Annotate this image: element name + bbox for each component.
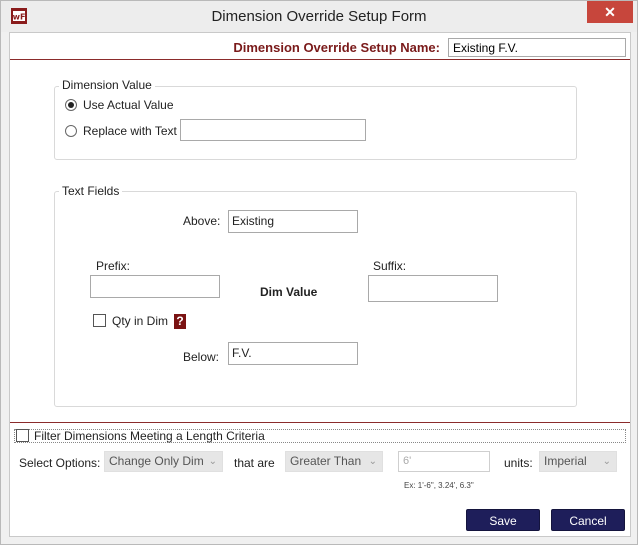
- replace-with-text-radio[interactable]: [65, 125, 77, 137]
- above-input[interactable]: Existing: [228, 210, 358, 233]
- save-button[interactable]: Save: [466, 509, 540, 531]
- suffix-input[interactable]: [368, 275, 498, 302]
- cancel-button[interactable]: Cancel: [551, 509, 625, 531]
- below-input[interactable]: F.V.: [228, 342, 358, 365]
- select-options-label: Select Options:: [19, 456, 101, 470]
- dialog-window: wF Dimension Override Setup Form ✕ Dimen…: [0, 0, 638, 545]
- close-icon: ✕: [604, 4, 616, 20]
- length-example-text: Ex: 1'-6", 3.24', 6.3": [404, 481, 474, 490]
- replace-with-text-label: Replace with Text: [83, 124, 177, 138]
- that-are-label: that are: [234, 456, 275, 470]
- header-divider: [10, 59, 630, 60]
- below-label: Below:: [183, 350, 220, 364]
- dimension-value-title: Dimension Value: [59, 78, 155, 92]
- replace-text-input[interactable]: [180, 119, 366, 141]
- filter-length-label: Filter Dimensions Meeting a Length Crite…: [34, 429, 265, 443]
- title-bar: wF Dimension Override Setup Form ✕: [1, 1, 637, 32]
- prefix-label: Prefix:: [96, 259, 131, 273]
- qty-in-dim-checkbox[interactable]: [93, 314, 106, 327]
- units-dropdown[interactable]: Imperial ⌄: [539, 451, 617, 472]
- text-fields-title: Text Fields: [59, 184, 123, 198]
- units-value: Imperial: [544, 454, 587, 468]
- chevron-down-icon: ⌄: [602, 456, 611, 467]
- filter-length-checkbox[interactable]: [16, 429, 29, 442]
- comparison-dropdown[interactable]: Greater Than ⌄: [285, 451, 383, 472]
- chevron-down-icon: ⌄: [368, 456, 377, 467]
- setup-name-label: Dimension Override Setup Name:: [233, 40, 440, 55]
- help-icon[interactable]: ?: [174, 314, 186, 329]
- use-actual-value-label: Use Actual Value: [83, 98, 174, 112]
- dim-value-label: Dim Value: [260, 285, 318, 299]
- units-label: units:: [504, 456, 533, 470]
- prefix-input[interactable]: [90, 275, 220, 298]
- setup-name-input[interactable]: [448, 38, 626, 57]
- use-actual-value-radio[interactable]: [65, 99, 77, 111]
- length-input[interactable]: 6': [398, 451, 490, 472]
- above-label: Above:: [183, 214, 221, 228]
- select-options-dropdown[interactable]: Change Only Dim ⌄: [104, 451, 223, 472]
- close-button[interactable]: ✕: [587, 1, 633, 23]
- form-content: Dimension Override Setup Name: Dimension…: [9, 32, 631, 537]
- qty-in-dim-label: Qty in Dim: [112, 314, 169, 328]
- comparison-value: Greater Than: [290, 454, 362, 468]
- suffix-label: Suffix:: [373, 259, 407, 273]
- select-options-value: Change Only Dim: [109, 454, 204, 468]
- filter-divider: [10, 422, 630, 423]
- chevron-down-icon: ⌄: [208, 456, 217, 467]
- window-title: Dimension Override Setup Form: [211, 8, 427, 25]
